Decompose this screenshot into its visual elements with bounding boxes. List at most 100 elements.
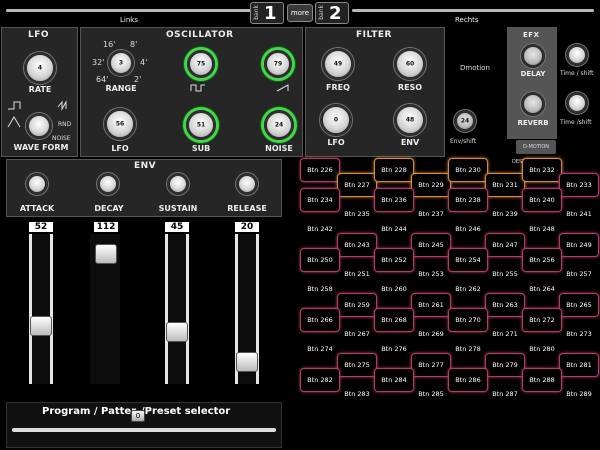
grid-button[interactable]: Btn 289 (559, 383, 599, 407)
grid-button[interactable]: Btn 278 (448, 338, 488, 362)
grid-button[interactable]: Btn 241 (559, 203, 599, 227)
grid-button[interactable]: Btn 269 (411, 323, 451, 347)
osc-sub-knob[interactable]: 51 (186, 110, 216, 140)
envshift-knob[interactable]: 24 (454, 110, 476, 132)
grid-button[interactable]: Btn 273 (559, 323, 599, 347)
decay-fader-handle[interactable] (95, 244, 117, 264)
grid-button[interactable]: Btn 255 (485, 263, 525, 287)
grid-button-label: Btn 228 (381, 166, 407, 174)
grid-button[interactable]: Btn 266 (300, 308, 340, 332)
grid-button[interactable]: Btn 256 (522, 248, 562, 272)
grid-button[interactable]: Btn 252 (374, 248, 414, 272)
grid-button[interactable]: Btn 236 (374, 188, 414, 212)
attack-fader-handle[interactable] (30, 316, 52, 336)
grid-button[interactable]: Btn 276 (374, 338, 414, 362)
grid-button[interactable]: Btn 233 (559, 173, 599, 197)
bank-right-button[interactable]: bank 2 (315, 2, 349, 24)
grid-button[interactable]: Btn 230 (448, 158, 488, 182)
grid-button[interactable]: Btn 238 (448, 188, 488, 212)
grid-button[interactable]: Btn 232 (522, 158, 562, 182)
dmotion-button[interactable]: D-MOTION (516, 140, 556, 154)
rechts-bar[interactable] (352, 9, 594, 12)
grid-button[interactable]: Btn 229 (411, 173, 451, 197)
osc-pulse-knob[interactable]: 75 (187, 50, 215, 78)
grid-button[interactable]: Btn 285 (411, 383, 451, 407)
grid-button[interactable]: Btn 277 (411, 353, 451, 377)
osc-lfo-knob[interactable]: 56 (104, 108, 136, 140)
grid-button[interactable]: Btn 249 (559, 233, 599, 257)
env-title: ENV (134, 161, 157, 171)
grid-button[interactable]: Btn 254 (448, 248, 488, 272)
grid-button[interactable]: Btn 244 (374, 218, 414, 242)
osc-noise-knob[interactable]: 24 (264, 110, 294, 140)
links-bar[interactable] (6, 9, 274, 12)
grid-button[interactable]: Btn 245 (411, 233, 451, 257)
envshift-value: 24 (460, 117, 470, 125)
grid-button[interactable]: Btn 282 (300, 368, 340, 392)
grid-button[interactable]: Btn 271 (485, 323, 525, 347)
grid-button[interactable]: Btn 235 (337, 203, 377, 227)
program-slider-handle[interactable]: 0 (131, 410, 145, 422)
grid-button[interactable]: Btn 264 (522, 278, 562, 302)
grid-button[interactable]: Btn 231 (485, 173, 525, 197)
grid-button[interactable]: Btn 283 (337, 383, 377, 407)
time-shift-knob-2[interactable] (566, 92, 588, 114)
grid-button[interactable]: Btn 262 (448, 278, 488, 302)
env-decay-knob[interactable] (97, 173, 119, 195)
grid-button[interactable]: Btn 284 (374, 368, 414, 392)
efx-reverb-knob[interactable] (521, 92, 545, 116)
sustain-fader-handle[interactable] (166, 322, 188, 342)
grid-button[interactable]: Btn 270 (448, 308, 488, 332)
grid-button[interactable]: Btn 268 (374, 308, 414, 332)
grid-button[interactable]: Btn 228 (374, 158, 414, 182)
env-release-knob[interactable] (236, 173, 258, 195)
grid-button[interactable]: Btn 248 (522, 218, 562, 242)
bank-left-button[interactable]: bank 1 (250, 2, 284, 24)
grid-button[interactable]: Btn 259 (337, 293, 377, 317)
grid-button[interactable]: Btn 261 (411, 293, 451, 317)
grid-button[interactable]: Btn 267 (337, 323, 377, 347)
grid-button[interactable]: Btn 251 (337, 263, 377, 287)
grid-button[interactable]: Btn 226 (300, 158, 340, 182)
grid-button[interactable]: Btn 240 (522, 188, 562, 212)
grid-button[interactable]: Btn 288 (522, 368, 562, 392)
release-fader-handle[interactable] (236, 352, 258, 372)
grid-button[interactable]: Btn 237 (411, 203, 451, 227)
grid-button[interactable]: Btn 279 (485, 353, 525, 377)
env-attack-knob[interactable] (26, 173, 48, 195)
more-button[interactable]: more (287, 4, 313, 22)
grid-button[interactable]: Btn 286 (448, 368, 488, 392)
grid-button[interactable]: Btn 265 (559, 293, 599, 317)
grid-button[interactable]: Btn 280 (522, 338, 562, 362)
lfo-rate-knob[interactable]: 4 (24, 52, 56, 84)
filter-freq-knob[interactable]: 49 (322, 48, 354, 80)
grid-button[interactable]: Btn 246 (448, 218, 488, 242)
osc-saw-knob[interactable]: 79 (264, 50, 292, 78)
grid-button[interactable]: Btn 274 (300, 338, 340, 362)
grid-button[interactable]: Btn 287 (485, 383, 525, 407)
grid-button[interactable]: Btn 260 (374, 278, 414, 302)
program-slider-track[interactable] (12, 428, 276, 432)
grid-button[interactable]: Btn 275 (337, 353, 377, 377)
lfo-waveform-knob[interactable] (26, 113, 52, 139)
grid-button[interactable]: Btn 257 (559, 263, 599, 287)
osc-range-knob[interactable]: 3 (108, 50, 134, 76)
grid-button[interactable]: Btn 239 (485, 203, 525, 227)
env-sustain-knob[interactable] (167, 173, 189, 195)
grid-button[interactable]: Btn 258 (300, 278, 340, 302)
grid-button[interactable]: Btn 253 (411, 263, 451, 287)
grid-button[interactable]: Btn 281 (559, 353, 599, 377)
grid-button[interactable]: Btn 247 (485, 233, 525, 257)
grid-button[interactable]: Btn 272 (522, 308, 562, 332)
time-shift-knob-1[interactable] (566, 44, 588, 66)
filter-env-knob[interactable]: 48 (394, 104, 426, 136)
grid-button[interactable]: Btn 227 (337, 173, 377, 197)
filter-reso-knob[interactable]: 60 (394, 48, 426, 80)
efx-delay-knob[interactable] (521, 44, 545, 68)
grid-button[interactable]: Btn 242 (300, 218, 340, 242)
filter-lfo-knob[interactable]: 0 (320, 104, 352, 136)
grid-button[interactable]: Btn 250 (300, 248, 340, 272)
grid-button[interactable]: Btn 243 (337, 233, 377, 257)
grid-button[interactable]: Btn 234 (300, 188, 340, 212)
grid-button[interactable]: Btn 263 (485, 293, 525, 317)
